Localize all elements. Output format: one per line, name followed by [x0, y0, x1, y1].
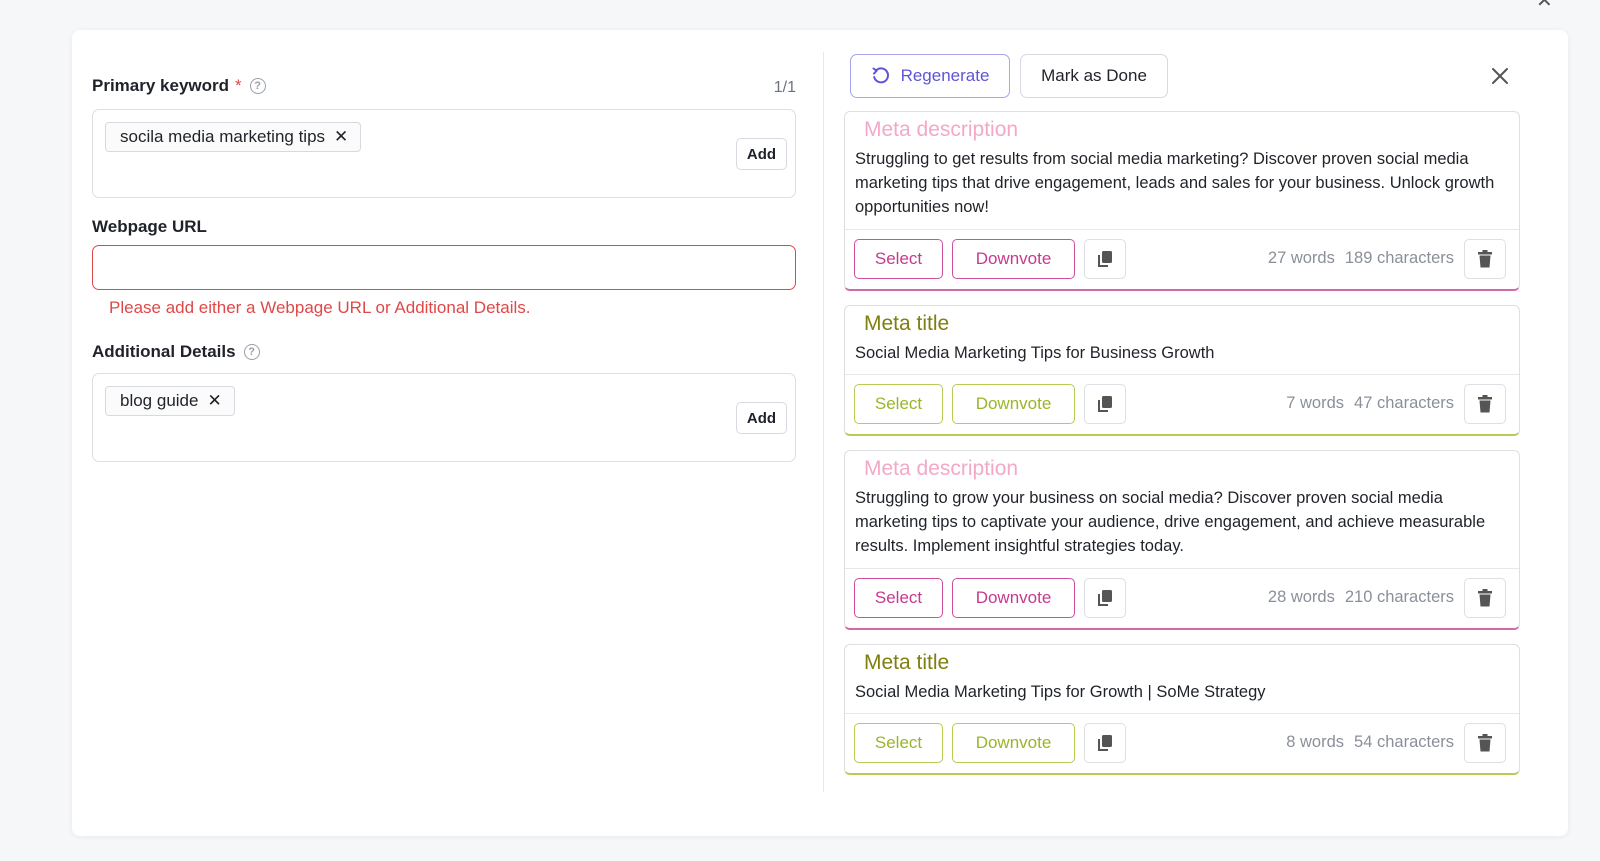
help-icon[interactable]: ?: [249, 78, 266, 94]
copy-icon: [1097, 396, 1112, 412]
copy-icon: [1097, 590, 1112, 606]
copy-icon: [1097, 251, 1112, 267]
trash-icon: [1478, 250, 1492, 268]
result-card: Meta title Social Media Marketing Tips f…: [844, 305, 1520, 436]
downvote-button[interactable]: Downvote: [952, 578, 1075, 618]
result-stats: 27 words 189 characters: [1268, 249, 1454, 268]
card-separator: [845, 374, 1519, 375]
select-button[interactable]: Select: [854, 578, 943, 618]
close-icon[interactable]: ✕: [1536, 0, 1553, 13]
details-chip: blog guide ✕: [105, 386, 235, 416]
rotate-icon: [872, 67, 889, 84]
result-stats: 7 words 47 characters: [1286, 394, 1454, 413]
primary-keyword-label: Primary keyword: [92, 76, 230, 95]
copy-button[interactable]: [1084, 578, 1126, 618]
keyword-chip: socila media marketing tips ✕: [105, 122, 362, 152]
result-type: Meta title: [864, 312, 950, 335]
word-count: 27 words: [1267, 249, 1335, 267]
character-count: 189 characters: [1344, 249, 1454, 267]
divider: [823, 52, 824, 792]
result-card: Meta title Social Media Marketing Tips f…: [844, 644, 1520, 775]
result-stats: 28 words 210 characters: [1268, 588, 1454, 607]
word-count: 28 words: [1267, 588, 1335, 606]
copy-button[interactable]: [1084, 384, 1126, 424]
card-separator: [845, 713, 1519, 714]
delete-button[interactable]: [1464, 384, 1506, 424]
result-card: Meta description Struggling to get resul…: [844, 111, 1520, 291]
delete-button[interactable]: [1464, 723, 1506, 763]
trash-icon: [1478, 589, 1492, 607]
add-keyword-button[interactable]: Add: [736, 138, 787, 170]
card-separator: [845, 568, 1519, 569]
result-type: Meta description: [864, 457, 1019, 480]
additional-details-input[interactable]: blog guide ✕ Add: [92, 373, 796, 462]
webpage-url-input[interactable]: [92, 245, 796, 290]
word-count: 7 words: [1286, 394, 1345, 412]
result-type: Meta description: [864, 118, 1019, 141]
mark-as-done-button[interactable]: Mark as Done: [1020, 54, 1168, 98]
result-text: Social Media Marketing Tips for Business…: [855, 344, 1215, 362]
result-text: Struggling to grow your business on soci…: [855, 489, 1486, 555]
delete-button[interactable]: [1464, 578, 1506, 618]
details-chip-label: blog guide: [120, 391, 199, 410]
select-button[interactable]: Select: [854, 384, 943, 424]
webpage-url-label: Webpage URL: [92, 217, 207, 236]
character-count: 54 characters: [1354, 733, 1454, 751]
add-details-button[interactable]: Add: [736, 402, 787, 434]
keyword-chip-label: socila media marketing tips: [120, 127, 326, 146]
copy-button[interactable]: [1084, 239, 1126, 279]
regenerate-label: Regenerate: [900, 66, 990, 85]
downvote-button[interactable]: Downvote: [952, 239, 1075, 279]
card-separator: [845, 229, 1519, 230]
required-mark: *: [235, 76, 242, 95]
copy-icon: [1097, 735, 1112, 751]
result-card: Meta description Struggling to grow your…: [844, 450, 1520, 630]
webpage-url-label-row: Webpage URL: [92, 217, 207, 237]
result-stats: 8 words 54 characters: [1286, 733, 1454, 752]
keyword-counter: 1/1: [773, 79, 796, 96]
delete-button[interactable]: [1464, 239, 1506, 279]
trash-icon: [1478, 395, 1492, 413]
result-text: Struggling to get results from social me…: [855, 150, 1495, 216]
close-icon[interactable]: ✕: [207, 391, 221, 411]
select-button[interactable]: Select: [854, 239, 943, 279]
close-icon[interactable]: [1490, 66, 1510, 86]
primary-keyword-label-row: Primary keyword * ?: [92, 76, 266, 96]
word-count: 8 words: [1286, 733, 1345, 751]
downvote-button[interactable]: Downvote: [952, 723, 1075, 763]
additional-details-label-row: Additional Details ?: [92, 342, 260, 362]
additional-details-label: Additional Details: [92, 342, 236, 361]
select-button[interactable]: Select: [854, 723, 943, 763]
close-icon[interactable]: ✕: [334, 127, 348, 147]
downvote-button[interactable]: Downvote: [952, 384, 1075, 424]
generator-panel: Primary keyword * ? 1/1 socila media mar…: [72, 30, 1568, 836]
result-text: Social Media Marketing Tips for Growth |…: [855, 683, 1266, 701]
url-error-message: Please add either a Webpage URL or Addit…: [109, 298, 531, 317]
result-type: Meta title: [864, 651, 950, 674]
copy-button[interactable]: [1084, 723, 1126, 763]
character-count: 47 characters: [1354, 394, 1454, 412]
help-icon[interactable]: ?: [243, 344, 260, 360]
trash-icon: [1478, 734, 1492, 752]
primary-keyword-input[interactable]: socila media marketing tips ✕ Add: [92, 109, 796, 198]
character-count: 210 characters: [1344, 588, 1454, 606]
regenerate-button[interactable]: Regenerate: [850, 54, 1010, 98]
